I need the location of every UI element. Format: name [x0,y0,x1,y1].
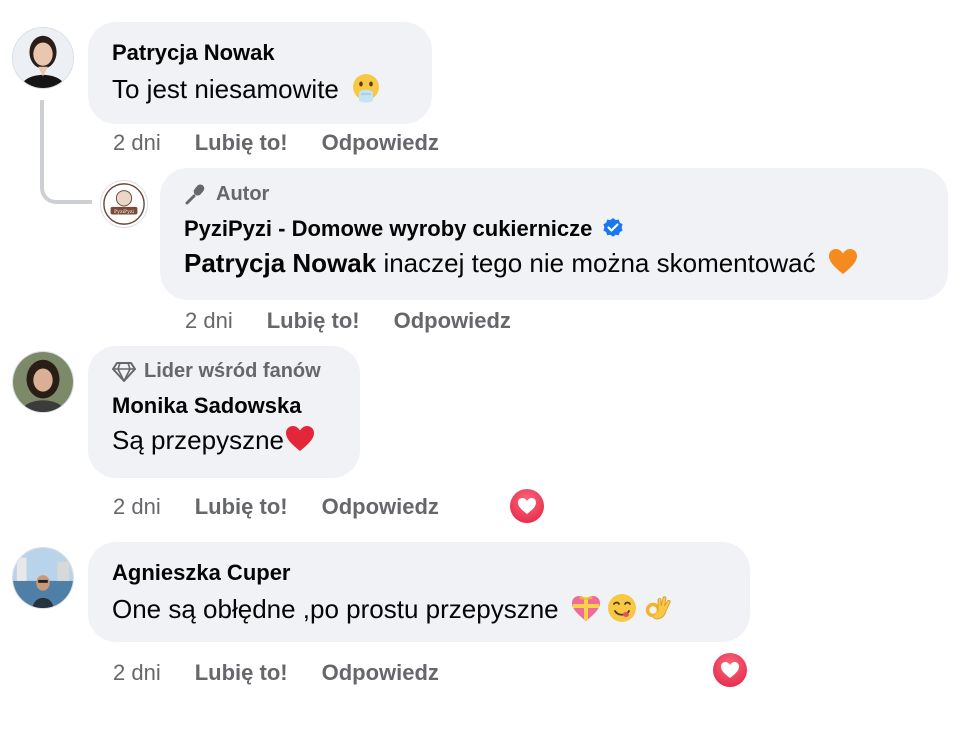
red-heart-emoji [285,426,314,451]
verified-badge-icon [603,218,624,237]
comment-author[interactable]: Patrycja Nowak [112,40,408,66]
svg-text:PyziPyzi: PyziPyzi [114,209,134,215]
comment-text-content: One są obłędne ,po prostu przepyszne [112,594,559,624]
comment-bubble: Agnieszka Cuper One są obłędne ,po prost… [88,542,750,642]
comment-time[interactable]: 2 dni [113,494,161,520]
mention-link[interactable]: Patrycja Nowak [184,248,376,278]
heart-icon [721,662,739,678]
reply-button[interactable]: Odpowiedz [322,660,439,686]
top-fan-badge-label: Lider wśród fanów [144,360,321,382]
avatar-agnieszka-cuper[interactable] [12,547,74,609]
reply-button[interactable]: Odpowiedz [322,494,439,520]
gift-heart-emoji [571,596,600,621]
diamond-icon [112,361,136,382]
love-reaction-icon[interactable] [713,653,747,687]
comment-actions: 2 dni Lubię to! Odpowiedz [113,494,439,520]
like-button[interactable]: Lubię to! [267,308,360,334]
yum-face-emoji [607,594,636,622]
like-button[interactable]: Lubię to! [195,494,288,520]
comment-time[interactable]: 2 dni [113,130,161,156]
comment-actions: 2 dni Lubię to! Odpowiedz [185,308,511,334]
reply-thread-line [40,100,92,204]
orange-heart-emoji [828,249,857,274]
face-with-hand-over-mouth-emoji [353,74,380,103]
comment-actions: 2 dni Lubię to! Odpowiedz [113,130,439,156]
comment-text: Są przepyszne [112,423,336,457]
like-button[interactable]: Lubię to! [195,130,288,156]
author-badge-label: Autor [216,182,270,205]
like-button[interactable]: Lubię to! [195,660,288,686]
comment-time[interactable]: 2 dni [185,308,233,334]
comment-text-content: inaczej tego nie można skomentować [376,248,816,278]
top-fan-badge: Lider wśród fanów [112,360,336,383]
heart-icon [518,498,536,514]
comment-author-line: PyziPyzi - Domowe wyroby cukiernicze [184,216,924,242]
comment-text: One są obłędne ,po prostu przepyszne [112,592,726,626]
avatar-patrycja-nowak[interactable] [12,27,74,89]
comment-bubble: Patrycja Nowak To jest niesamowite [88,22,432,124]
avatar-pyzipyzi[interactable]: PyziPyzi [100,180,148,228]
microphone-icon [185,184,205,205]
ok-hand-emoji [645,596,671,620]
comment-text-content: Są przepyszne [112,425,284,455]
comment-author[interactable]: Monika Sadowska [112,393,336,419]
comment-text: Patrycja Nowak inaczej tego nie można sk… [184,246,924,280]
comment-actions: 2 dni Lubię to! Odpowiedz [113,660,439,686]
comment-text: To jest niesamowite [112,72,408,106]
comment-text-content: To jest niesamowite [112,74,339,104]
reply-button[interactable]: Odpowiedz [394,308,511,334]
comment-author[interactable]: Agnieszka Cuper [112,560,726,586]
comment-time[interactable]: 2 dni [113,660,161,686]
reply-button[interactable]: Odpowiedz [322,130,439,156]
avatar-monika-sadowska[interactable] [12,351,74,413]
love-reaction-icon[interactable] [510,489,544,523]
comment-author[interactable]: PyziPyzi - Domowe wyroby cukiernicze [184,216,592,241]
author-badge: Autor [184,182,924,206]
comment-bubble: Autor PyziPyzi - Domowe wyroby cukiernic… [160,168,948,300]
comment-bubble: Lider wśród fanów Monika Sadowska Są prz… [88,346,360,478]
